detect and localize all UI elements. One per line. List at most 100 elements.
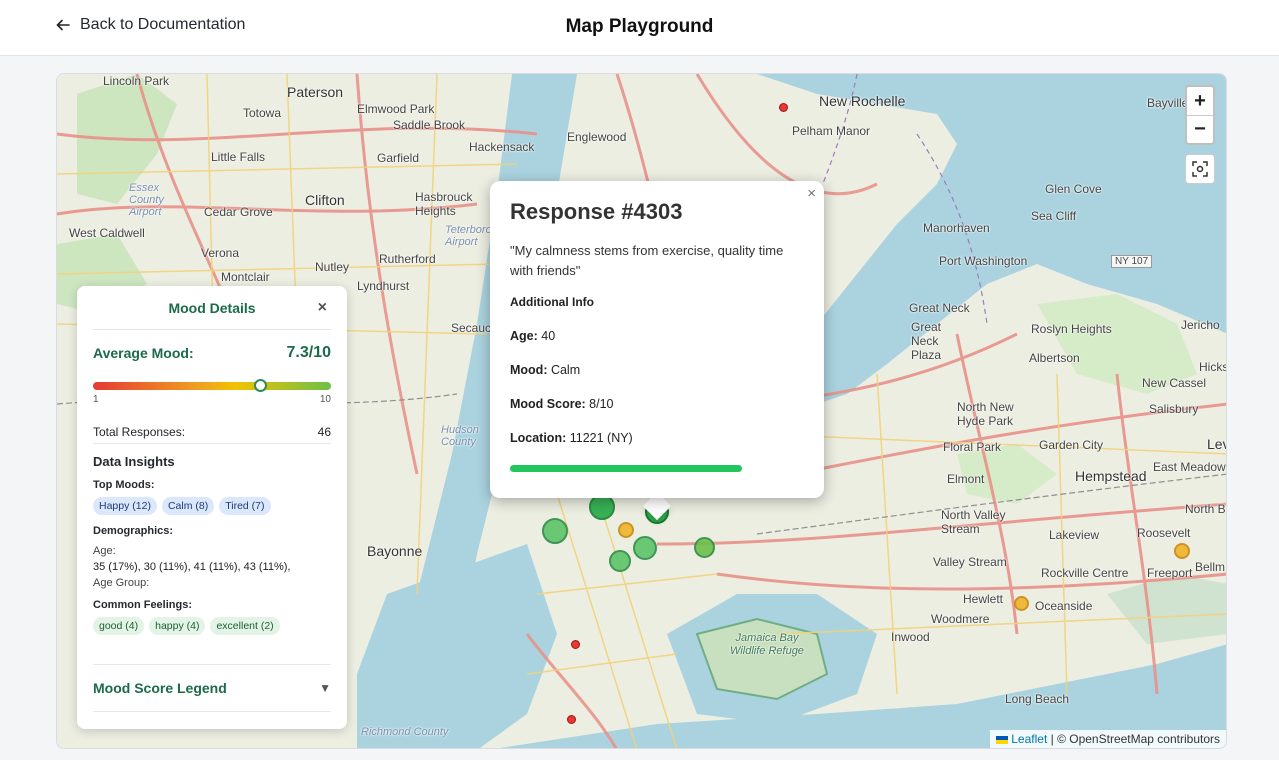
chevron-down-icon: ▼ <box>319 681 331 695</box>
additional-info-heading: Additional Info <box>510 295 594 309</box>
top-moods-list: Happy (12) Calm (8) Tired (7) <box>93 497 331 515</box>
place-label: Garden City <box>1039 438 1104 452</box>
fit-bounds-button[interactable] <box>1185 154 1215 184</box>
response-popup: × Response #4303 "My calmness stems from… <box>490 181 824 498</box>
mood-details-panel: Mood Details × Average Mood: 7.3/10 1 10… <box>77 286 347 729</box>
place-label: Hempstead <box>1075 468 1147 484</box>
info-location: Location: 11221 (NY) <box>510 431 804 445</box>
top-moods-heading: Top Moods: <box>93 479 155 491</box>
demographics-heading: Demographics: <box>93 525 174 537</box>
place-label: Cedar Grove <box>204 205 273 219</box>
place-label: Hasbrouck Heights <box>415 190 473 218</box>
place-label: Little Falls <box>211 150 266 164</box>
place-label: Jericho <box>1181 318 1220 332</box>
place-label: Bayonne <box>367 543 423 559</box>
place-label: Lyndhurst <box>357 279 410 293</box>
mood-indicator <box>253 379 267 392</box>
place-label: Lincoln Park <box>103 74 170 88</box>
mood-marker[interactable] <box>779 103 788 112</box>
mood-marker[interactable] <box>633 536 657 560</box>
place-label: Long Beach <box>1005 692 1070 706</box>
zoom-control: + − <box>1185 85 1215 145</box>
feeling-chip: good (4) <box>93 617 145 635</box>
place-label: West Caldwell <box>69 226 145 240</box>
info-mood-label: Mood: <box>510 363 548 377</box>
average-mood-label: Average Mood: <box>93 345 194 361</box>
info-score-label: Mood Score: <box>510 397 586 411</box>
place-label: Nutley <box>315 260 350 274</box>
place-label: Inwood <box>891 630 930 644</box>
place-label: Montclair <box>221 270 270 284</box>
mood-marker[interactable] <box>609 550 631 572</box>
place-label: Woodmere <box>931 612 990 626</box>
place-label: New Cassel <box>1142 376 1207 390</box>
place-label: Elmont <box>947 472 985 486</box>
place-label: Salisbury <box>1149 402 1199 416</box>
age-label: Age: <box>93 545 116 557</box>
place-label: Paterson <box>287 84 344 100</box>
place-label: Hudson County <box>441 424 479 448</box>
average-mood-value: 7.3/10 <box>286 344 331 361</box>
average-mood-row: Average Mood: 7.3/10 <box>93 344 331 362</box>
feeling-chip: excellent (2) <box>210 617 280 635</box>
info-age-label: Age: <box>510 329 538 343</box>
panel-header: Mood Details × <box>93 286 331 330</box>
ukraine-flag-icon <box>996 735 1009 744</box>
zoom-in-button[interactable]: + <box>1187 87 1213 115</box>
place-label: Great Neck Plaza <box>911 320 942 362</box>
mood-marker[interactable] <box>1174 543 1190 559</box>
place-label: New Rochelle <box>819 93 906 109</box>
place-label: Essex County Airport <box>129 182 164 218</box>
info-age: Age: 40 <box>510 329 804 343</box>
total-responses-label: Total Responses: <box>93 425 186 439</box>
zoom-out-button[interactable]: − <box>1187 115 1213 143</box>
mood-score-bar <box>510 465 742 472</box>
mood-marker[interactable] <box>618 522 634 538</box>
focus-icon <box>1192 161 1208 177</box>
mood-marker[interactable] <box>571 640 580 649</box>
place-label: North Valley Stream <box>941 508 1006 536</box>
place-label: Elmwood Park <box>357 102 435 116</box>
scale-min: 1 <box>93 394 99 405</box>
common-feelings-heading: Common Feelings: <box>93 599 193 611</box>
info-score-value: 8/10 <box>585 397 614 411</box>
place-label: Great Neck <box>909 301 970 315</box>
place-label: Jamaica Bay Wildlife Refuge <box>730 632 804 657</box>
mood-score-legend-toggle[interactable]: Mood Score Legend ▼ <box>93 664 331 712</box>
age-group-label: Age Group: <box>93 577 150 589</box>
place-label: Roosevelt <box>1137 526 1191 540</box>
feelings-list: good (4) happy (4) excellent (2) <box>93 617 331 635</box>
place-label: Freeport <box>1147 566 1193 580</box>
attribution-text: | © OpenStreetMap contributors <box>1050 732 1220 746</box>
place-label: Lakeview <box>1049 528 1100 542</box>
mood-marker[interactable] <box>542 518 568 544</box>
place-label: Saddle Brook <box>393 118 466 132</box>
panel-close-button[interactable]: × <box>318 299 327 317</box>
place-label: Clifton <box>305 192 345 208</box>
popup-close-button[interactable]: × <box>807 185 816 202</box>
page-title: Map Playground <box>565 16 714 37</box>
mood-marker[interactable] <box>1014 596 1029 611</box>
place-label: Rutherford <box>379 252 436 266</box>
mood-marker[interactable] <box>567 715 576 724</box>
place-label: Pelham Manor <box>792 124 871 138</box>
age-values: 35 (17%), 30 (11%), 41 (11%), 43 (11%), <box>93 561 291 573</box>
place-label: Bellm <box>1195 560 1226 574</box>
panel-title: Mood Details <box>168 299 256 316</box>
info-location-label: Location: <box>510 431 567 445</box>
place-label: Glen Cove <box>1045 182 1102 196</box>
mood-chip: Tired (7) <box>219 497 271 515</box>
info-score: Mood Score: 8/10 <box>510 397 804 411</box>
top-bar: Back to Documentation Map Playground <box>0 0 1279 56</box>
place-label: Richmond County <box>361 726 449 738</box>
info-location-value: 11221 (NY) <box>566 431 633 445</box>
info-age-value: 40 <box>537 329 556 343</box>
place-label: Bayville <box>1147 96 1189 110</box>
mood-marker[interactable] <box>694 537 715 558</box>
leaflet-link[interactable]: Leaflet <box>1011 732 1047 746</box>
place-label: Manorhaven <box>923 221 990 235</box>
place-label: Lev <box>1207 436 1226 452</box>
place-label: Valley Stream <box>933 555 1007 569</box>
map-canvas[interactable]: Lincoln Park Paterson Elmwood Park Saddl… <box>56 73 1227 749</box>
info-mood: Mood: Calm <box>510 363 804 377</box>
